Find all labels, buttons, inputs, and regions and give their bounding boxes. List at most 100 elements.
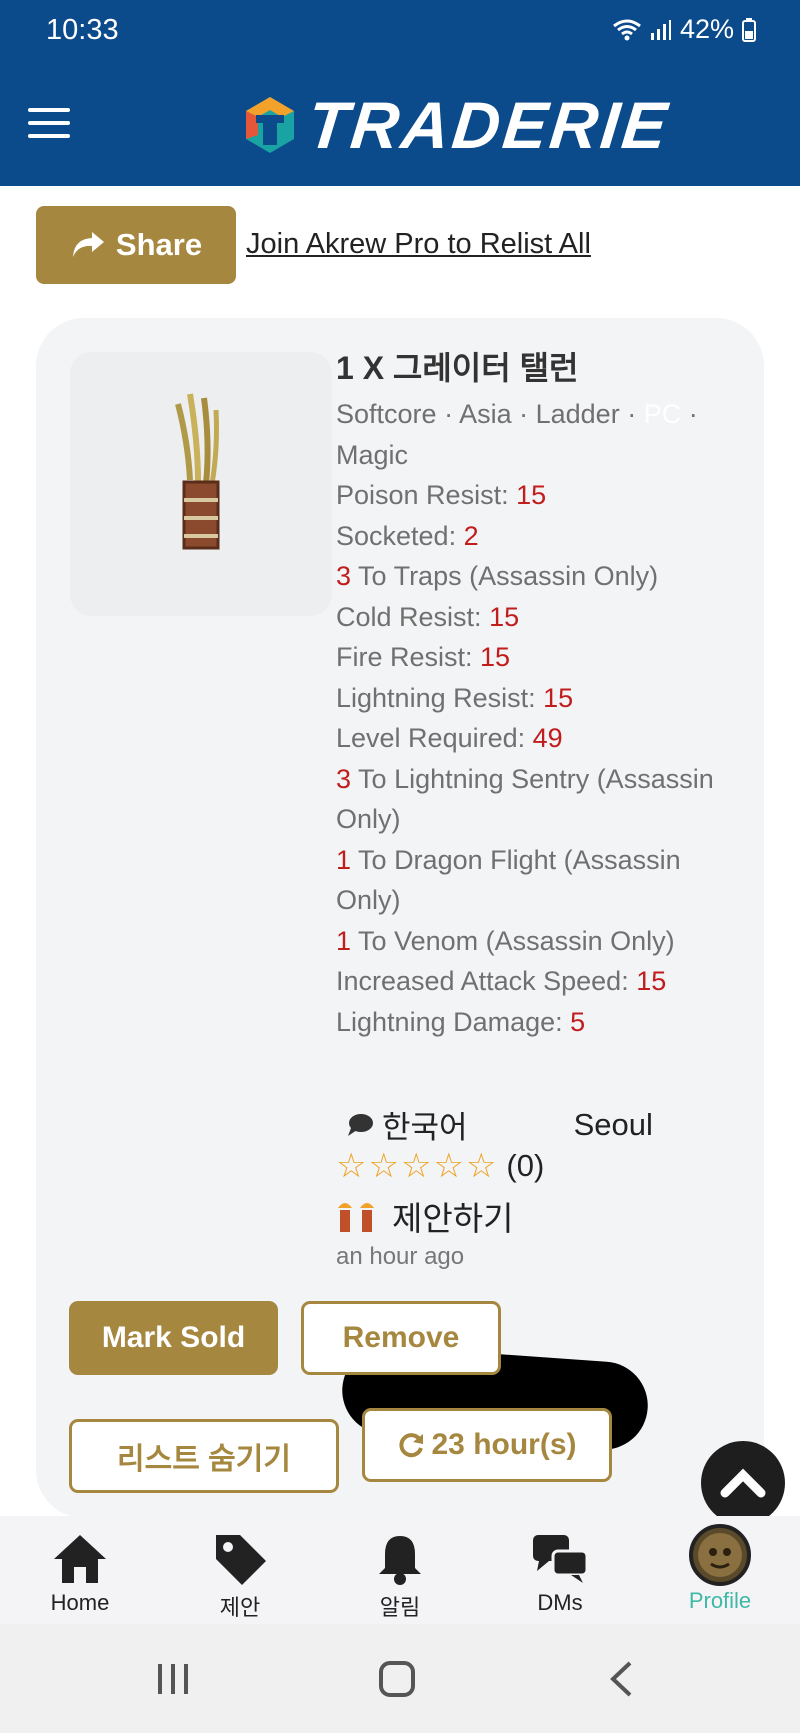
- property-label: Lightning Damage:: [336, 1006, 571, 1037]
- traderie-logo[interactable]: TRADERIE: [242, 88, 673, 162]
- share-label: Share: [115, 227, 203, 262]
- item-property: 1 To Dragon Flight (Assassin Only): [336, 840, 746, 921]
- item-title[interactable]: 1 X 그레이터 탤런: [336, 346, 746, 390]
- property-value: 3: [336, 561, 352, 591]
- nav-offers[interactable]: 제안: [160, 1516, 320, 1624]
- nav-label: 제안: [219, 1595, 261, 1620]
- claw-weapon-image: [175, 393, 220, 550]
- item-properties: Poison Resist: 15 Socketed: 23 To Traps (…: [336, 475, 746, 1042]
- property-label: Increased Attack Speed:: [336, 966, 637, 996]
- seller-rating[interactable]: ☆ ☆ ☆ ☆ ☆ (0): [336, 1146, 544, 1186]
- property-value: 15: [480, 642, 511, 672]
- item-property: Poison Resist: 15: [336, 475, 746, 516]
- tag-platform: PC: [643, 399, 682, 429]
- property-label: Cold Resist:: [336, 601, 490, 632]
- share-row: Share Join Akrew Pro to Relist All: [36, 206, 776, 284]
- nav-label: Home: [50, 1590, 110, 1615]
- nav-profile[interactable]: Profile: [640, 1516, 800, 1624]
- item-property: Level Required: 49: [336, 718, 746, 759]
- property-value: 15: [543, 682, 574, 713]
- nav-label: Profile: [688, 1588, 752, 1613]
- mark-sold-button[interactable]: Mark Sold: [69, 1301, 278, 1375]
- property-label: Socketed:: [336, 520, 464, 551]
- item-image[interactable]: [70, 352, 332, 616]
- star-icon: ☆: [465, 1147, 497, 1185]
- star-icon: ☆: [400, 1147, 432, 1185]
- item-property: Cold Resist: 15: [336, 597, 746, 638]
- wifi-icon: [613, 19, 641, 40]
- property-value: 2: [463, 520, 479, 551]
- make-offer-row[interactable]: 제안하기: [336, 1192, 513, 1240]
- tag-softcore: Softcore: [336, 399, 437, 429]
- property-label: To Dragon Flight (Assassin Only): [336, 844, 681, 916]
- item-details: 1 X 그레이터 탤런 Softcore · Asia · Ladder · P…: [336, 346, 746, 1042]
- property-value: 15: [516, 480, 547, 510]
- system-navigation: [0, 1624, 800, 1733]
- property-label: Poison Resist:: [336, 480, 517, 510]
- item-property: Increased Attack Speed: 15: [336, 961, 746, 1002]
- item-property: 1 To Venom (Assassin Only): [336, 921, 746, 962]
- star-icon: ☆: [368, 1147, 399, 1185]
- tag-region: Asia: [459, 399, 512, 429]
- item-property: 3 To Lightning Sentry (Assassin Only): [336, 759, 746, 840]
- traderie-logo-icon: [246, 97, 294, 153]
- hide-list-button[interactable]: 리스트 숨기기: [69, 1419, 339, 1493]
- item-property: Lightning Resist: 15: [336, 678, 746, 719]
- star-icon: ☆: [336, 1147, 367, 1185]
- nav-home[interactable]: Home: [0, 1516, 160, 1624]
- nav-label: 알림: [379, 1595, 421, 1620]
- property-label: Fire Resist:: [336, 642, 481, 672]
- chat-icon: [533, 1535, 589, 1583]
- app-header: TRADERIE: [0, 62, 800, 186]
- seller-location: Seoul: [573, 1106, 653, 1142]
- bell-icon: [379, 1536, 421, 1585]
- tag-icon: [216, 1535, 266, 1585]
- nav-label: DMs: [537, 1590, 583, 1615]
- speech-bubble-icon: [348, 1113, 373, 1136]
- item-property: Socketed: 2: [336, 516, 746, 557]
- star-icon: ☆: [433, 1147, 464, 1185]
- logo-text: TRADERIE: [304, 88, 674, 162]
- recent-apps-icon[interactable]: [156, 1662, 190, 1696]
- signal-icon: [650, 19, 671, 40]
- property-label: To Traps (Assassin Only): [351, 561, 659, 591]
- home-button-icon[interactable]: [378, 1660, 416, 1698]
- bottom-navigation: Home 제안 알림 DMs Profile: [0, 1516, 800, 1624]
- relist-all-link[interactable]: Join Akrew Pro to Relist All: [246, 228, 591, 261]
- profile-avatar-icon: [689, 1524, 751, 1586]
- tag-ladder: Ladder: [535, 399, 620, 429]
- remove-button[interactable]: Remove: [301, 1301, 501, 1375]
- item-property: Fire Resist: 15: [336, 637, 746, 678]
- relist-timer-label: 23 hour(s): [431, 1428, 577, 1461]
- status-indicators: 42%: [612, 14, 756, 45]
- item-property: Lightning Damage: 5: [336, 1002, 746, 1043]
- home-icon: [54, 1535, 106, 1583]
- property-value: 3: [336, 763, 352, 794]
- offer-label: 제안하기: [392, 1200, 514, 1237]
- property-value: 15: [636, 966, 667, 996]
- relist-timer-button[interactable]: 23 hour(s): [362, 1408, 612, 1482]
- nav-dms[interactable]: DMs: [480, 1516, 640, 1624]
- back-icon[interactable]: [608, 1660, 634, 1698]
- property-value: 5: [570, 1006, 586, 1037]
- status-bar: 10:33 42%: [0, 0, 800, 62]
- property-label: Lightning Resist:: [336, 682, 544, 713]
- offer-icon: [338, 1203, 374, 1232]
- property-value: 1: [336, 925, 352, 956]
- item-tags: Softcore · Asia · Ladder · PC · Magic: [336, 399, 698, 470]
- property-label: To Lightning Sentry (Assassin Only): [336, 763, 714, 835]
- seller-language: 한국어: [382, 1110, 468, 1145]
- menu-icon[interactable]: [28, 108, 70, 140]
- property-value: 15: [489, 601, 520, 632]
- battery-percent: 42%: [679, 14, 734, 44]
- property-value: 1: [336, 844, 352, 875]
- share-arrow-icon: [72, 232, 104, 257]
- scroll-top-button[interactable]: [701, 1441, 785, 1525]
- status-time: 10:33: [46, 14, 119, 46]
- battery-icon: [742, 17, 756, 42]
- nav-notifications[interactable]: 알림: [320, 1516, 480, 1624]
- property-value: 49: [532, 723, 563, 753]
- refresh-icon: [399, 1433, 424, 1458]
- chevron-up-icon: [720, 1468, 766, 1498]
- share-button[interactable]: Share: [36, 206, 236, 284]
